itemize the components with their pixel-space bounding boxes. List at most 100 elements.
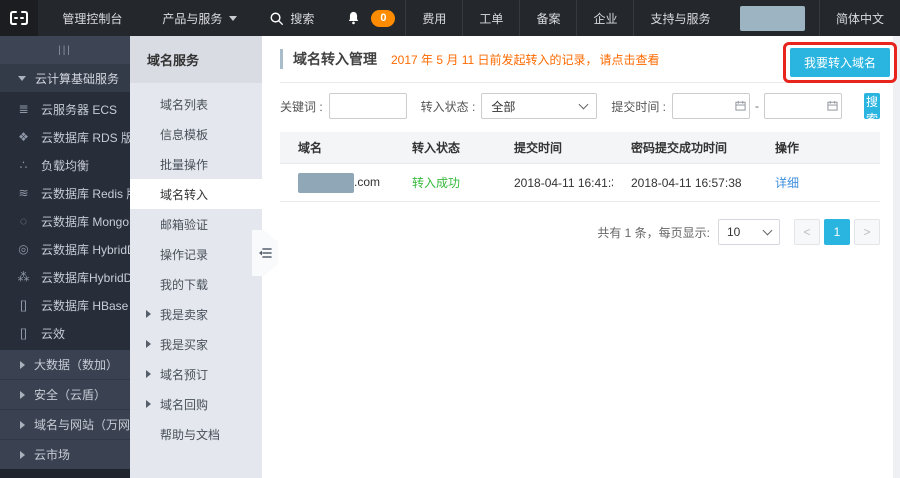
submit-time-filter: 提交时间 : - — [611, 93, 843, 119]
nav-item-enterprise[interactable]: 企业 — [576, 0, 633, 36]
sidebar-item-hybriddb-fo[interactable]: ⁂ 云数据库HybridDB fo... — [0, 263, 131, 291]
keyword-input[interactable] — [328, 93, 407, 119]
hybriddb-fo-icon: ⁂ — [17, 270, 30, 284]
pagination-bar: 共有 1 条，每页显示: 10 < 1 > — [280, 219, 880, 245]
bell-icon — [349, 11, 359, 25]
status-badge: 转入成功 — [412, 176, 461, 190]
redis-icon: ≋ — [18, 186, 29, 200]
hybriddb-icon: ◎ — [18, 242, 29, 256]
header-actions: 操作 — [775, 141, 800, 155]
domain-name-redacted — [298, 172, 354, 193]
hbase-icon: [] — [20, 298, 27, 312]
submenu-item-transfer-in[interactable]: 域名转入 — [130, 179, 262, 209]
submenu-item-email-verify[interactable]: 邮箱验证 — [130, 209, 262, 239]
annotation-highlight-box: 我要转入域名 — [782, 42, 897, 83]
sidebar-item-yunxiao[interactable]: [] 云效 — [0, 319, 130, 347]
cell-actions: 详细 — [757, 174, 880, 191]
collapse-panel-icon — [258, 248, 272, 258]
submenu-item-buyback[interactable]: 域名回购 — [130, 389, 262, 419]
chevron-right-icon — [146, 370, 151, 378]
sidebar-group-bigdata[interactable]: 大数据（数加） — [0, 350, 130, 380]
primary-sidebar: ||| 云计算基础服务 ≣ 云服务器 ECS ❖ 云数据库 RDS 版 ∴ 负载… — [0, 36, 130, 478]
keyword-label: 关键词 : — [280, 99, 323, 114]
transfer-in-domain-button[interactable]: 我要转入域名 — [789, 48, 890, 77]
detail-link[interactable]: 详细 — [775, 176, 799, 190]
search-icon — [270, 12, 284, 25]
submenu-item-my-downloads[interactable]: 我的下载 — [130, 269, 262, 299]
submenu-item-domain-list[interactable]: 域名列表 — [130, 89, 262, 119]
aliyun-logo[interactable] — [0, 0, 39, 36]
sidebar-group-security[interactable]: 安全（云盾） — [0, 380, 130, 410]
brackets-logo-icon — [10, 11, 29, 25]
notification-count-badge[interactable]: 0 — [371, 9, 396, 27]
nav-item-icp[interactable]: 备案 — [519, 0, 576, 36]
nav-item-support[interactable]: 支持与服务 — [633, 0, 726, 36]
transfer-in-table: 域名 转入状态 提交时间 密码提交成功时间 操作 .com 转入成功 2018-… — [280, 132, 880, 202]
cell-submit-time: 2018-04-11 16:41:37 — [514, 175, 613, 190]
submenu-item-preorder[interactable]: 域名预订 — [130, 359, 262, 389]
sidebar-collapse-handle[interactable]: ||| — [0, 36, 130, 64]
console-home-link[interactable]: 管理控制台 — [38, 0, 146, 36]
sidebar-item-mongodb[interactable]: ◌ 云数据库 MongoDB 版 — [0, 207, 130, 235]
pagination-summary: 共有 1 条，每页显示: — [597, 225, 710, 240]
page-size-select[interactable]: 10 — [718, 219, 780, 245]
nav-item-tickets[interactable]: 工单 — [462, 0, 519, 36]
chevron-right-icon — [146, 310, 151, 318]
header-domain: 域名 — [298, 141, 323, 155]
sidebar-item-ecs[interactable]: ≣ 云服务器 ECS — [0, 95, 130, 123]
page-title: 域名转入管理 — [280, 49, 377, 69]
date-to-field — [764, 93, 843, 119]
sidebar-group-domains[interactable]: 域名与网站（万网） — [0, 410, 130, 440]
chevron-down-icon — [762, 225, 773, 235]
global-search[interactable]: 搜索 — [253, 0, 330, 36]
sidebar-item-hbase[interactable]: [] 云数据库 HBase 版 — [0, 291, 130, 319]
submenu-item-operation-log[interactable]: 操作记录 — [130, 239, 262, 269]
submenu-item-info-template[interactable]: 信息模板 — [130, 119, 262, 149]
next-page-button[interactable]: > — [854, 219, 880, 245]
table-header-row: 域名 转入状态 提交时间 密码提交成功时间 操作 — [280, 132, 880, 164]
products-services-menu[interactable]: 产品与服务 — [146, 0, 253, 36]
chevron-right-icon — [20, 390, 25, 399]
nav-item-billing[interactable]: 费用 — [405, 0, 462, 36]
sidebar-item-hybriddb-f[interactable]: ◎ 云数据库 HybridDB f... — [0, 235, 130, 263]
chevron-down-icon — [229, 15, 238, 21]
header-password-time: 密码提交成功时间 — [631, 141, 728, 155]
prev-page-button[interactable]: < — [794, 219, 820, 245]
cell-status: 转入成功 — [394, 174, 496, 191]
submenu-item-help-docs[interactable]: 帮助与文档 — [130, 419, 262, 449]
header-submit-time: 提交时间 — [514, 141, 563, 155]
submenu-item-batch-ops[interactable]: 批量操作 — [130, 149, 262, 179]
account-name-redacted[interactable] — [740, 5, 805, 31]
date-range-separator: - — [755, 99, 760, 113]
sidebar-group-marketplace[interactable]: 云市场 — [0, 440, 130, 470]
sidebar-footer-strip — [0, 469, 130, 478]
status-select[interactable]: 全部 — [481, 93, 598, 119]
keyword-filter: 关键词 : — [280, 93, 407, 119]
cell-password-time: 2018-04-11 16:57:38 — [631, 175, 742, 190]
page-1-button[interactable]: 1 — [824, 219, 850, 245]
table-row: .com 转入成功 2018-04-11 16:41:37 2018-04-11… — [280, 164, 880, 202]
sidebar-group-cloud-basics[interactable]: 云计算基础服务 — [0, 64, 130, 92]
sidebar-item-rds[interactable]: ❖ 云数据库 RDS 版 — [0, 123, 130, 151]
page-scrollbar[interactable] — [893, 36, 900, 478]
language-switcher[interactable]: 简体中文 — [818, 0, 900, 36]
slb-icon: ∴ — [19, 158, 28, 172]
mongodb-icon: ◌ — [19, 214, 28, 228]
submenu-item-buyer[interactable]: 我是买家 — [130, 329, 262, 359]
pager: < 1 > — [794, 219, 880, 245]
yunxiao-icon: [] — [20, 326, 27, 340]
notifications-bell[interactable] — [330, 0, 371, 36]
submit-time-label: 提交时间 : — [611, 99, 667, 114]
status-label: 转入状态 : — [420, 99, 476, 114]
sidebar-item-redis[interactable]: ≋ 云数据库 Redis 版 — [0, 179, 130, 207]
date-from-field — [672, 93, 751, 119]
sidebar-item-slb[interactable]: ∴ 负载均衡 — [0, 151, 130, 179]
filter-bar: 关键词 : 转入状态 : 全部 提交时间 : - 搜索 — [280, 93, 880, 126]
search-button[interactable]: 搜索 — [864, 93, 880, 126]
rds-icon: ❖ — [18, 130, 29, 144]
submenu-item-seller[interactable]: 我是卖家 — [130, 299, 262, 329]
legacy-records-notice: 2017 年 5 月 11 日前发起转入的记录， — [391, 52, 598, 67]
view-legacy-records-link[interactable]: 请点击查看 — [600, 51, 660, 68]
top-navbar: 管理控制台 产品与服务 搜索 0 费用 工单 备案 企业 支持与服务 简体中文 — [0, 0, 900, 36]
ecs-icon: ≣ — [18, 102, 29, 116]
